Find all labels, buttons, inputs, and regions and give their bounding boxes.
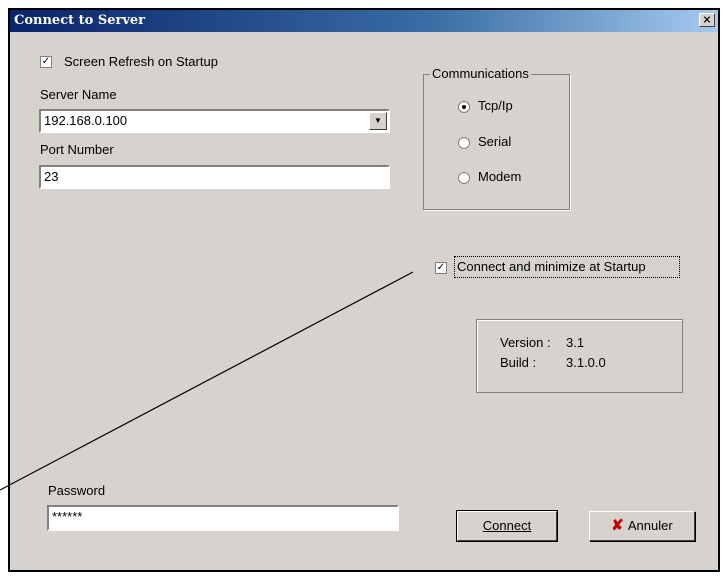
callout-line-layer [0,271,414,491]
callout-line [0,271,414,491]
